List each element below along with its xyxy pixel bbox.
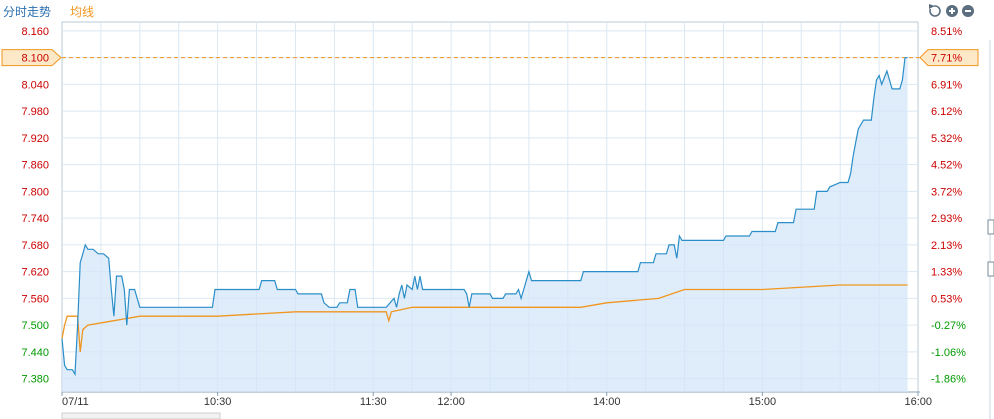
price-tick-label: 7.560 <box>21 293 49 305</box>
price-tick-label: 7.620 <box>21 267 49 279</box>
percent-tick-label: -0.27% <box>931 320 966 332</box>
percent-tick-label: -1.86% <box>931 374 966 386</box>
price-area-fill <box>62 57 908 392</box>
percent-tick-label: -1.06% <box>931 347 966 359</box>
time-axis: 07/11 10:30 11:30 12:00 14:00 15:00 16:00 <box>61 392 932 408</box>
price-tick-label: 7.440 <box>21 347 49 359</box>
percent-badge-label: 7.71% <box>931 53 962 65</box>
time-tick-label: 12:00 <box>437 396 465 408</box>
percent-tick-label: 5.32% <box>931 133 962 145</box>
zoom-out-icon[interactable] <box>962 5 974 17</box>
undo-icon[interactable] <box>926 3 941 17</box>
price-tick-label: 8.160 <box>21 26 49 38</box>
price-tick-label: 7.920 <box>21 133 49 145</box>
percent-tick-label: 2.93% <box>931 213 962 225</box>
scroll-thumb[interactable] <box>61 412 221 419</box>
percent-tick-label: 0.53% <box>931 293 962 305</box>
percent-tick-label: 6.12% <box>931 106 962 118</box>
time-tick-label: 16:00 <box>904 396 932 408</box>
price-area <box>62 57 908 392</box>
time-tick-label: 14:00 <box>593 396 621 408</box>
time-tick-label: 15:00 <box>749 396 777 408</box>
percent-tick-label: 2.13% <box>931 240 962 252</box>
price-tick-label: 7.500 <box>21 320 49 332</box>
side-panel-edge <box>987 40 994 419</box>
percent-tick-label: 8.51% <box>931 26 962 38</box>
intraday-chart: 分时走势 均线 8.160 8.040 7.980 7.920 7.860 7.800 7.… <box>1 3 994 419</box>
time-tick-label: 07/11 <box>62 396 89 408</box>
percent-tick-label: 3.72% <box>931 186 962 198</box>
time-tick-label: 11:30 <box>360 396 387 408</box>
price-tick-label: 7.860 <box>21 160 49 172</box>
price-tick-label: 7.380 <box>21 374 49 386</box>
percent-tick-label: 1.33% <box>931 267 962 279</box>
price-tick-label: 7.800 <box>21 186 49 198</box>
price-tick-label: 7.680 <box>21 240 49 252</box>
price-badge-label: 8.100 <box>21 53 49 65</box>
price-axis: 8.160 8.040 7.980 7.920 7.860 7.800 7.740 7.680… <box>21 26 49 386</box>
percent-tick-label: 6.91% <box>931 79 962 91</box>
time-tick-label: 10:30 <box>204 396 232 408</box>
price-tick-label: 8.040 <box>21 79 49 91</box>
percent-axis: 8.51% 6.91% 6.12% 5.32% 4.52% 3.72% 2.93% 2.13%… <box>931 26 966 386</box>
tab-intraday[interactable]: 分时走势 <box>3 5 51 19</box>
price-tick-label: 7.980 <box>21 106 49 118</box>
tab-average-line[interactable]: 均线 <box>70 5 94 19</box>
zoom-in-icon[interactable] <box>946 5 958 17</box>
percent-tick-label: 4.52% <box>931 160 962 172</box>
price-tick-label: 7.740 <box>21 213 49 225</box>
